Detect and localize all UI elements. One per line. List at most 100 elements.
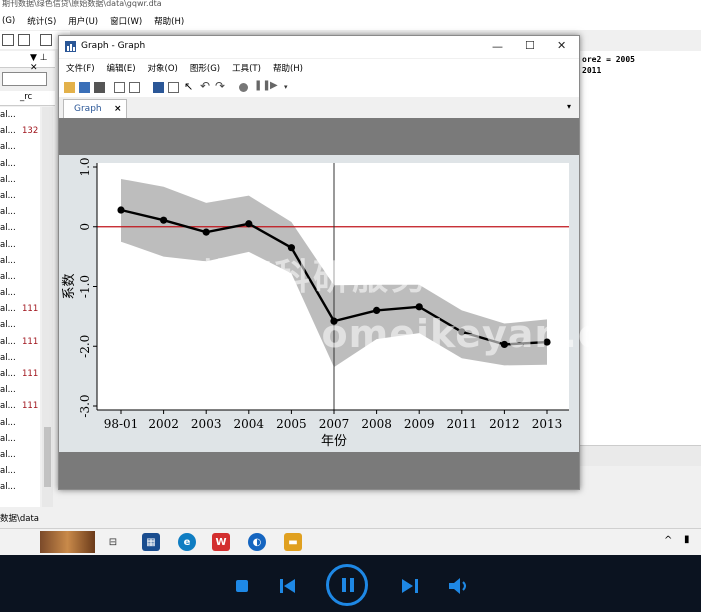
- graph-menu-edit[interactable]: 编辑(E): [107, 62, 136, 74]
- variable-row[interactable]: al...: [0, 107, 40, 123]
- main-window-title: 期刊数据\绿色信贷\原始数据\data\gqwr.dta: [0, 0, 701, 12]
- variables-scrollbar[interactable]: [42, 107, 53, 507]
- variable-name: al...: [0, 126, 16, 137]
- scrollbar-thumb[interactable]: [44, 427, 51, 487]
- close-icon[interactable]: ✕: [557, 39, 566, 52]
- tab-close-icon[interactable]: ×: [114, 100, 122, 118]
- y-axis-title: 系数: [62, 273, 77, 299]
- variable-row[interactable]: al...: [0, 139, 40, 155]
- variable-row[interactable]: al...: [0, 237, 40, 253]
- open-folder-icon[interactable]: [64, 82, 75, 93]
- graph-menu-graph[interactable]: 图形(G): [190, 62, 220, 74]
- graph-editor-icon[interactable]: [153, 82, 164, 93]
- variables-column-header: _rc: [0, 91, 55, 106]
- pause-record-icon[interactable]: ❚❚: [254, 80, 271, 91]
- tab-dropdown-icon[interactable]: ▾: [567, 102, 571, 111]
- graph-menu-help[interactable]: 帮助(H): [273, 62, 303, 74]
- event-study-chart: 1.0 0 -1.0 -2.0 -3.0 98-01 2002 2003 2004 2005 200…: [62, 157, 569, 449]
- main-menu-item[interactable]: (G): [2, 16, 15, 26]
- browser-icon[interactable]: ◐: [248, 533, 266, 551]
- rename-icon[interactable]: [129, 82, 140, 93]
- variable-filter-input[interactable]: [2, 72, 47, 86]
- variable-name: al...: [0, 255, 16, 266]
- folder-icon[interactable]: ▬: [284, 533, 302, 551]
- main-menu-item[interactable]: 统计(S): [27, 15, 56, 27]
- variable-rc: [18, 188, 22, 204]
- status-bar: 数据\data: [0, 511, 701, 528]
- variables-list: al... al... 132 al... al... al... al... al... al…: [0, 107, 40, 507]
- edge-browser-icon[interactable]: e: [178, 533, 196, 551]
- chart-area: 1.0 0 -1.0 -2.0 -3.0 98-01 2002 2003 2004 2005 200…: [59, 155, 579, 452]
- graph-toolbar: ↖ ↶ ↷ ❚❚ ▶ ▾: [59, 77, 579, 98]
- variable-row[interactable]: al... 111: [0, 366, 40, 382]
- variable-rc: [18, 447, 22, 463]
- minimize-icon[interactable]: —: [492, 40, 503, 53]
- chevron-up-icon[interactable]: ^: [664, 535, 672, 546]
- pause-button[interactable]: [326, 564, 368, 606]
- tab-graph[interactable]: Graph ×: [63, 99, 127, 118]
- main-menu-item[interactable]: 用户(U): [68, 15, 98, 27]
- undo-icon[interactable]: ↶: [200, 79, 210, 93]
- command-pane[interactable]: [580, 445, 701, 466]
- variable-row[interactable]: al...: [0, 220, 40, 236]
- variable-row[interactable]: al...: [0, 204, 40, 220]
- variable-rc: 111: [22, 401, 39, 412]
- variable-row[interactable]: al...: [0, 415, 40, 431]
- microphone-icon[interactable]: ▮: [684, 534, 690, 545]
- variable-rc: 132: [22, 126, 39, 137]
- coefficient-point: [415, 303, 423, 311]
- copy-icon[interactable]: [114, 82, 125, 93]
- variable-row[interactable]: al...: [0, 285, 40, 301]
- variable-row[interactable]: al...: [0, 447, 40, 463]
- tab-graph-label: Graph: [74, 104, 102, 114]
- dropdown-arrow-icon[interactable]: ▾: [284, 83, 288, 91]
- redo-icon[interactable]: ↷: [215, 79, 225, 93]
- print-icon[interactable]: [94, 82, 105, 93]
- stop-icon[interactable]: [236, 580, 248, 592]
- pointer-icon[interactable]: ↖: [184, 80, 193, 93]
- recorder-icon[interactable]: [168, 82, 179, 93]
- maximize-icon[interactable]: ☐: [525, 39, 535, 52]
- taskbar-thumbnail[interactable]: [40, 531, 95, 553]
- variable-row[interactable]: al...: [0, 253, 40, 269]
- video-player-controls: [0, 555, 701, 612]
- pin-icon[interactable]: ▼ ⊥ ✕: [30, 53, 55, 73]
- grid-icon[interactable]: [2, 34, 14, 46]
- graph-menu-file[interactable]: 文件(F): [66, 62, 95, 74]
- grid-icon[interactable]: [40, 34, 52, 46]
- save-icon[interactable]: [79, 82, 90, 93]
- graph-menu-object[interactable]: 对象(O): [148, 62, 178, 74]
- variable-row[interactable]: al... 111: [0, 301, 40, 317]
- next-icon[interactable]: [402, 579, 418, 593]
- x-tick-label: 2005: [276, 417, 307, 431]
- variable-row[interactable]: al...: [0, 431, 40, 447]
- variable-row[interactable]: al...: [0, 172, 40, 188]
- main-menu-item[interactable]: 窗口(W): [110, 15, 142, 27]
- variable-row[interactable]: al...: [0, 317, 40, 333]
- variable-rc: 111: [22, 336, 39, 347]
- variable-row[interactable]: al... 132: [0, 123, 40, 139]
- variable-row[interactable]: al...: [0, 463, 40, 479]
- variable-name: al...: [0, 482, 16, 493]
- variable-row[interactable]: al...: [0, 479, 40, 495]
- variable-rc: [18, 350, 22, 366]
- grid-icon[interactable]: [18, 34, 30, 46]
- app-grid-icon[interactable]: ▦: [142, 533, 160, 551]
- main-menu-item[interactable]: 帮助(H): [154, 15, 184, 27]
- previous-icon[interactable]: [280, 579, 296, 593]
- variable-row[interactable]: al...: [0, 188, 40, 204]
- task-view-icon[interactable]: ⊟: [104, 533, 122, 551]
- variable-row[interactable]: al...: [0, 269, 40, 285]
- variable-row[interactable]: al...: [0, 350, 40, 366]
- volume-icon[interactable]: [449, 577, 469, 595]
- variable-rc: [18, 253, 22, 269]
- graph-menu-tools[interactable]: 工具(T): [232, 62, 261, 74]
- variable-row[interactable]: al... 111: [0, 334, 40, 350]
- wps-icon[interactable]: W: [212, 533, 230, 551]
- variable-rc: [18, 237, 22, 253]
- record-icon[interactable]: [239, 83, 248, 92]
- play-icon[interactable]: ▶: [270, 80, 278, 91]
- variable-row[interactable]: al... 111: [0, 398, 40, 414]
- variable-row[interactable]: al...: [0, 156, 40, 172]
- variable-row[interactable]: al...: [0, 382, 40, 398]
